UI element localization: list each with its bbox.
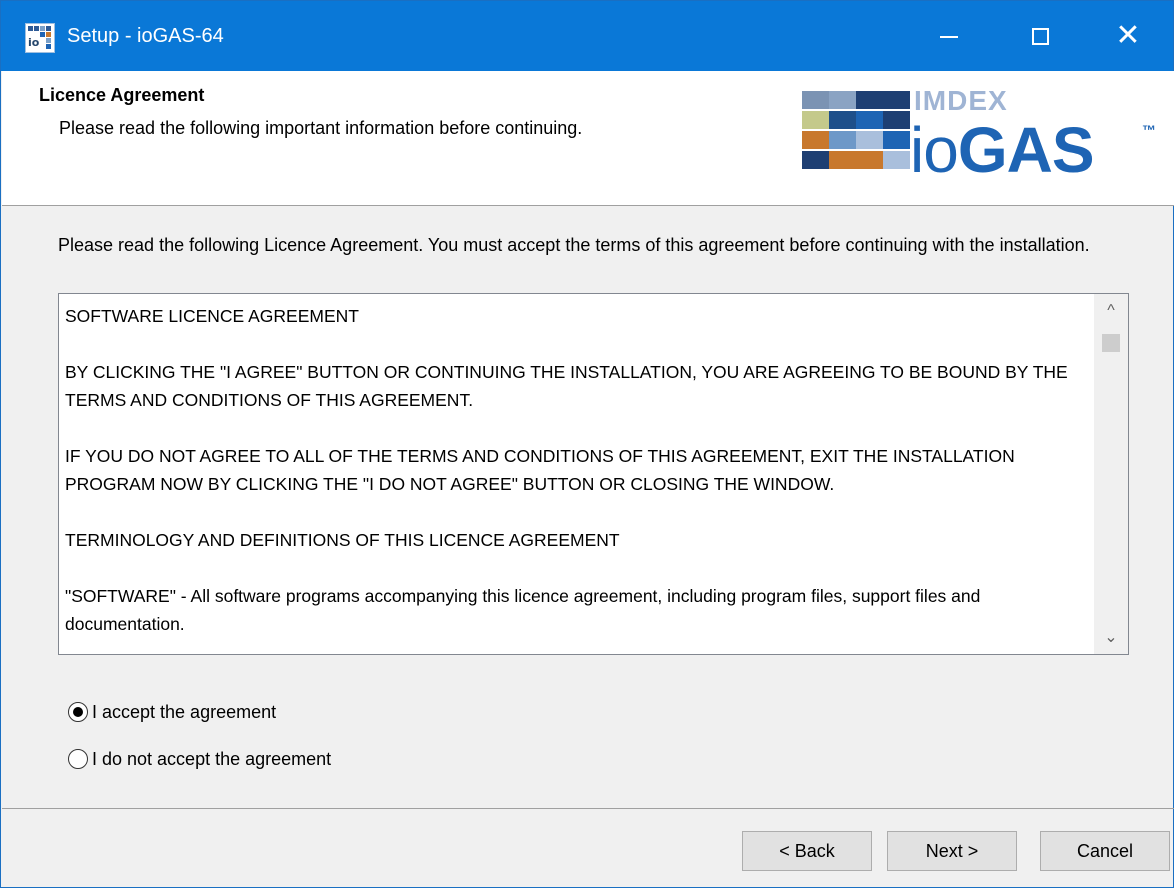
chevron-up-icon: ^ (1107, 302, 1115, 319)
licence-paragraph: SOFTWARE LICENCE AGREEMENT (65, 306, 359, 326)
accept-radio[interactable] (68, 702, 88, 722)
licence-paragraph: "SOFTWARE" - All software programs accom… (65, 586, 981, 634)
page-subtitle: Please read the following important info… (59, 118, 583, 138)
accept-label[interactable]: I accept the agreement (92, 702, 276, 723)
licence-paragraph: IF YOU DO NOT AGREE TO ALL OF THE TERMS … (65, 446, 1015, 494)
licence-text: SOFTWARE LICENCE AGREEMENT BY CLICKING T… (65, 302, 1085, 654)
licence-paragraph: TERMINOLOGY AND DEFINITIONS OF THIS LICE… (65, 530, 620, 550)
header-divider (2, 205, 1174, 206)
back-button[interactable]: < Back (742, 831, 872, 871)
setup-window: io Setup - ioGAS-64 ✕ Licence Agreement … (0, 0, 1174, 888)
maximize-button[interactable] (995, 1, 1085, 71)
wizard-header: Licence Agreement Please read the follow… (2, 71, 1174, 205)
scrollbar-thumb[interactable] (1102, 334, 1120, 352)
decline-option[interactable]: I do not accept the agreement (68, 745, 331, 773)
minimize-icon (940, 36, 958, 38)
iogas-app-icon[interactable]: io (25, 23, 55, 53)
iogas-logo: IMDEX ioGAS ™ (800, 85, 1160, 195)
close-icon: ✕ (1115, 18, 1141, 53)
app-icon-text: io (28, 36, 40, 49)
cancel-button[interactable]: Cancel (1040, 831, 1170, 871)
accept-option[interactable]: I accept the agreement (68, 698, 276, 726)
chevron-down-icon: ⌄ (1104, 629, 1118, 646)
window-title: Setup - ioGAS-64 (67, 25, 224, 47)
decline-label[interactable]: I do not accept the agreement (92, 749, 331, 770)
minimize-button[interactable] (904, 1, 994, 71)
vertical-scrollbar[interactable]: ^ ⌄ (1094, 294, 1128, 654)
page-title: Licence Agreement (39, 85, 205, 105)
scroll-up-button[interactable]: ^ (1094, 294, 1128, 328)
title-bar[interactable]: io Setup - ioGAS-64 ✕ (1, 1, 1173, 71)
licence-paragraph: BY CLICKING THE "I AGREE" BUTTON OR CONT… (65, 362, 1068, 410)
footer-divider (2, 808, 1174, 809)
scroll-down-button[interactable]: ⌄ (1094, 620, 1128, 654)
logo-product: ioGAS (910, 114, 1094, 186)
close-button[interactable]: ✕ (1083, 1, 1173, 71)
next-button[interactable]: Next > (887, 831, 1017, 871)
logo-trademark: ™ (1142, 122, 1156, 138)
decline-radio[interactable] (68, 749, 88, 769)
maximize-icon (1031, 27, 1049, 45)
intro-text: Please read the following Licence Agreem… (58, 235, 1090, 255)
licence-text-box[interactable]: SOFTWARE LICENCE AGREEMENT BY CLICKING T… (58, 293, 1129, 655)
logo-company: IMDEX (914, 85, 1008, 116)
